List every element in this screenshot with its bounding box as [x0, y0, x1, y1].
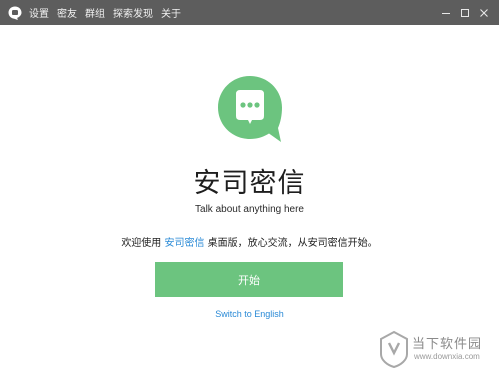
chat-bubble-icon	[218, 76, 282, 142]
tagline: Talk about anything here	[195, 204, 304, 215]
close-button[interactable]	[474, 0, 493, 25]
top-menu: 设置 密友 群组 探索发现 关于	[29, 5, 189, 20]
watermark-logo-icon	[380, 330, 408, 368]
product-link[interactable]: 安司密信	[165, 238, 205, 249]
menu-item-settings[interactable]: 设置	[29, 5, 49, 20]
minimize-button[interactable]	[436, 0, 455, 25]
watermark: 当下软件园 www.downxia.com	[378, 328, 496, 370]
menu-item-groups[interactable]: 群组	[85, 5, 105, 20]
minimize-icon	[441, 12, 450, 14]
maximize-icon	[460, 8, 469, 17]
switch-language-link[interactable]: Switch to English	[215, 309, 284, 319]
maximize-button[interactable]	[455, 0, 474, 25]
app-window: 设置 密友 群组 探索发现 关于 安司密信 Talk about anythin…	[0, 0, 499, 375]
start-button[interactable]: 开始	[155, 262, 343, 297]
switch-language: Switch to English	[0, 309, 499, 319]
menu-item-discover[interactable]: 探索发现	[113, 5, 153, 20]
welcome-message: 欢迎使用 安司密信 桌面版，放心交流，从安司密信开始。	[0, 234, 499, 249]
welcome-suffix: 桌面版，放心交流，从安司密信开始。	[204, 238, 378, 249]
close-icon	[479, 8, 488, 17]
window-controls	[436, 0, 493, 25]
menu-item-about[interactable]: 关于	[161, 5, 181, 20]
menu-item-friends[interactable]: 密友	[57, 5, 77, 20]
title-bar: 设置 密友 群组 探索发现 关于	[0, 0, 499, 25]
welcome-prefix: 欢迎使用	[121, 238, 165, 249]
watermark-url: www.downxia.com	[414, 352, 480, 361]
product-name: 安司密信	[193, 168, 306, 199]
watermark-title: 当下软件园	[412, 337, 483, 352]
app-logo-icon	[8, 6, 22, 20]
